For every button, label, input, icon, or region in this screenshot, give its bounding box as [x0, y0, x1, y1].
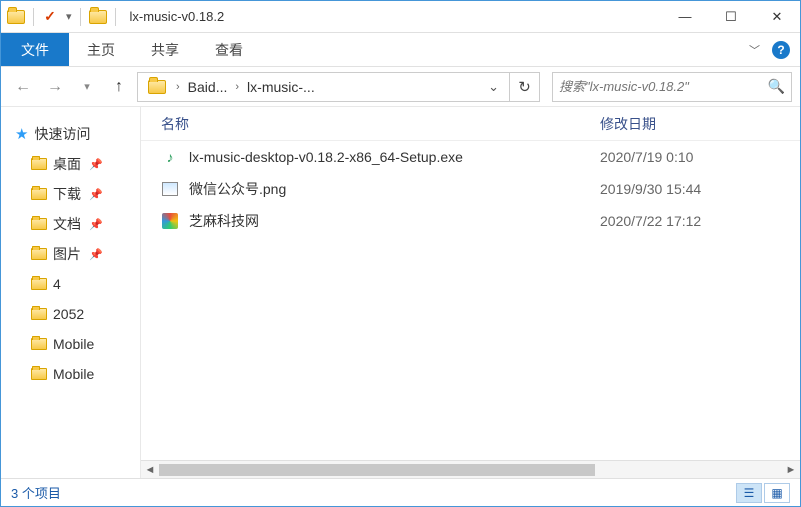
file-date: 2019/9/30 15:44 [600, 181, 780, 197]
address-bar: ← → ▾ ↑ › Baid... › lx-music-... ⌄ ↻ 🔍 [1, 67, 800, 107]
expand-ribbon-icon[interactable]: ﹀ [749, 42, 760, 58]
quick-access-label: 快速访问 [34, 124, 90, 144]
sidebar-item-folder[interactable]: 4 [5, 269, 140, 299]
navigation-pane: ★ 快速访问 桌面📌 下载📌 文档📌 图片📌 4 2052 Mobile Mob… [1, 107, 141, 478]
shortcut-icon [161, 212, 179, 230]
star-icon: ★ [15, 125, 28, 143]
sidebar-item-pictures[interactable]: 图片📌 [5, 239, 140, 269]
file-row[interactable]: ♪ lx-music-desktop-v0.18.2-x86_64-Setup.… [141, 141, 800, 173]
column-headers: 名称 修改日期 [141, 107, 800, 141]
file-row[interactable]: 微信公众号.png 2019/9/30 15:44 [141, 173, 800, 205]
folder-icon [31, 308, 47, 320]
status-bar: 3 个项目 ☰ ▦ [1, 478, 800, 506]
view-tab[interactable]: 查看 [197, 33, 261, 66]
file-row[interactable]: 芝麻科技网 2020/7/22 17:12 [141, 205, 800, 237]
folder-icon[interactable] [7, 10, 25, 24]
forward-button[interactable]: → [41, 73, 69, 101]
address-dropdown-icon[interactable]: ⌄ [482, 79, 505, 95]
home-tab[interactable]: 主页 [69, 33, 133, 66]
scroll-thumb[interactable] [159, 464, 595, 476]
folder-icon [31, 338, 47, 350]
file-date: 2020/7/19 0:10 [600, 149, 780, 165]
refresh-button[interactable]: ↻ [510, 72, 540, 102]
folder-icon [31, 218, 47, 230]
sidebar-item-desktop[interactable]: 桌面📌 [5, 149, 140, 179]
scroll-left-icon[interactable]: ◄ [141, 464, 159, 476]
sidebar-item-documents[interactable]: 文档📌 [5, 209, 140, 239]
breadcrumb-bar[interactable]: › Baid... › lx-music-... ⌄ [137, 72, 510, 102]
qat-dropdown-icon[interactable]: ▾ [66, 10, 72, 23]
help-icon[interactable]: ? [772, 41, 790, 59]
sidebar-item-downloads[interactable]: 下载📌 [5, 179, 140, 209]
thumbnails-view-button[interactable]: ▦ [764, 483, 790, 503]
quick-access-toolbar: ✓ ▾ [1, 1, 122, 32]
close-button[interactable]: ✕ [754, 1, 800, 32]
folder-icon [31, 278, 47, 290]
breadcrumb-item[interactable]: lx-music-... [243, 79, 319, 95]
file-name: 芝麻科技网 [189, 211, 590, 231]
file-pane: 名称 修改日期 ♪ lx-music-desktop-v0.18.2-x86_6… [141, 107, 800, 478]
details-view-button[interactable]: ☰ [736, 483, 762, 503]
exe-icon: ♪ [161, 148, 179, 166]
folder-icon [89, 10, 107, 24]
minimize-button[interactable]: — [662, 1, 708, 32]
folder-icon [31, 368, 47, 380]
file-name: 微信公众号.png [189, 179, 590, 199]
sidebar-item-folder[interactable]: 2052 [5, 299, 140, 329]
recent-dropdown[interactable]: ▾ [73, 73, 101, 101]
search-input[interactable] [559, 79, 768, 94]
folder-icon [31, 158, 47, 170]
folder-icon [31, 188, 47, 200]
up-button[interactable]: ↑ [105, 73, 133, 101]
file-date: 2020/7/22 17:12 [600, 213, 780, 229]
file-list[interactable]: ♪ lx-music-desktop-v0.18.2-x86_64-Setup.… [141, 141, 800, 460]
share-tab[interactable]: 共享 [133, 33, 197, 66]
search-icon[interactable]: 🔍 [768, 78, 785, 95]
folder-icon [148, 80, 166, 94]
folder-icon [31, 248, 47, 260]
item-count: 3 个项目 [11, 483, 61, 502]
sidebar-item-folder[interactable]: Mobile [5, 329, 140, 359]
scroll-right-icon[interactable]: ► [782, 464, 800, 476]
file-name: lx-music-desktop-v0.18.2-x86_64-Setup.ex… [189, 149, 590, 165]
column-header-date[interactable]: 修改日期 [600, 114, 780, 134]
pin-icon: 📌 [89, 158, 103, 171]
chevron-right-icon[interactable]: › [231, 81, 243, 93]
search-box[interactable]: 🔍 [552, 72, 792, 102]
separator [115, 8, 116, 26]
chevron-right-icon[interactable]: › [172, 81, 184, 93]
pin-icon: 📌 [89, 248, 103, 261]
pin-icon: 📌 [89, 188, 103, 201]
title-bar: ✓ ▾ lx-music-v0.18.2 — ☐ ✕ [1, 1, 800, 33]
quick-access[interactable]: ★ 快速访问 [5, 119, 140, 149]
window-title: lx-music-v0.18.2 [130, 9, 225, 24]
window-controls: — ☐ ✕ [662, 1, 800, 32]
breadcrumb-item[interactable]: Baid... [184, 79, 232, 95]
horizontal-scrollbar[interactable]: ◄ ► [141, 460, 800, 478]
sidebar-item-folder[interactable]: Mobile [5, 359, 140, 389]
column-header-name[interactable]: 名称 [161, 114, 600, 134]
maximize-button[interactable]: ☐ [708, 1, 754, 32]
properties-icon[interactable]: ✓ [42, 9, 58, 25]
separator [33, 8, 34, 26]
png-icon [161, 180, 179, 198]
pin-icon: 📌 [89, 218, 103, 231]
back-button[interactable]: ← [9, 73, 37, 101]
file-tab[interactable]: 文件 [1, 33, 69, 66]
separator [80, 8, 81, 26]
ribbon: 文件 主页 共享 查看 ﹀ ? [1, 33, 800, 67]
